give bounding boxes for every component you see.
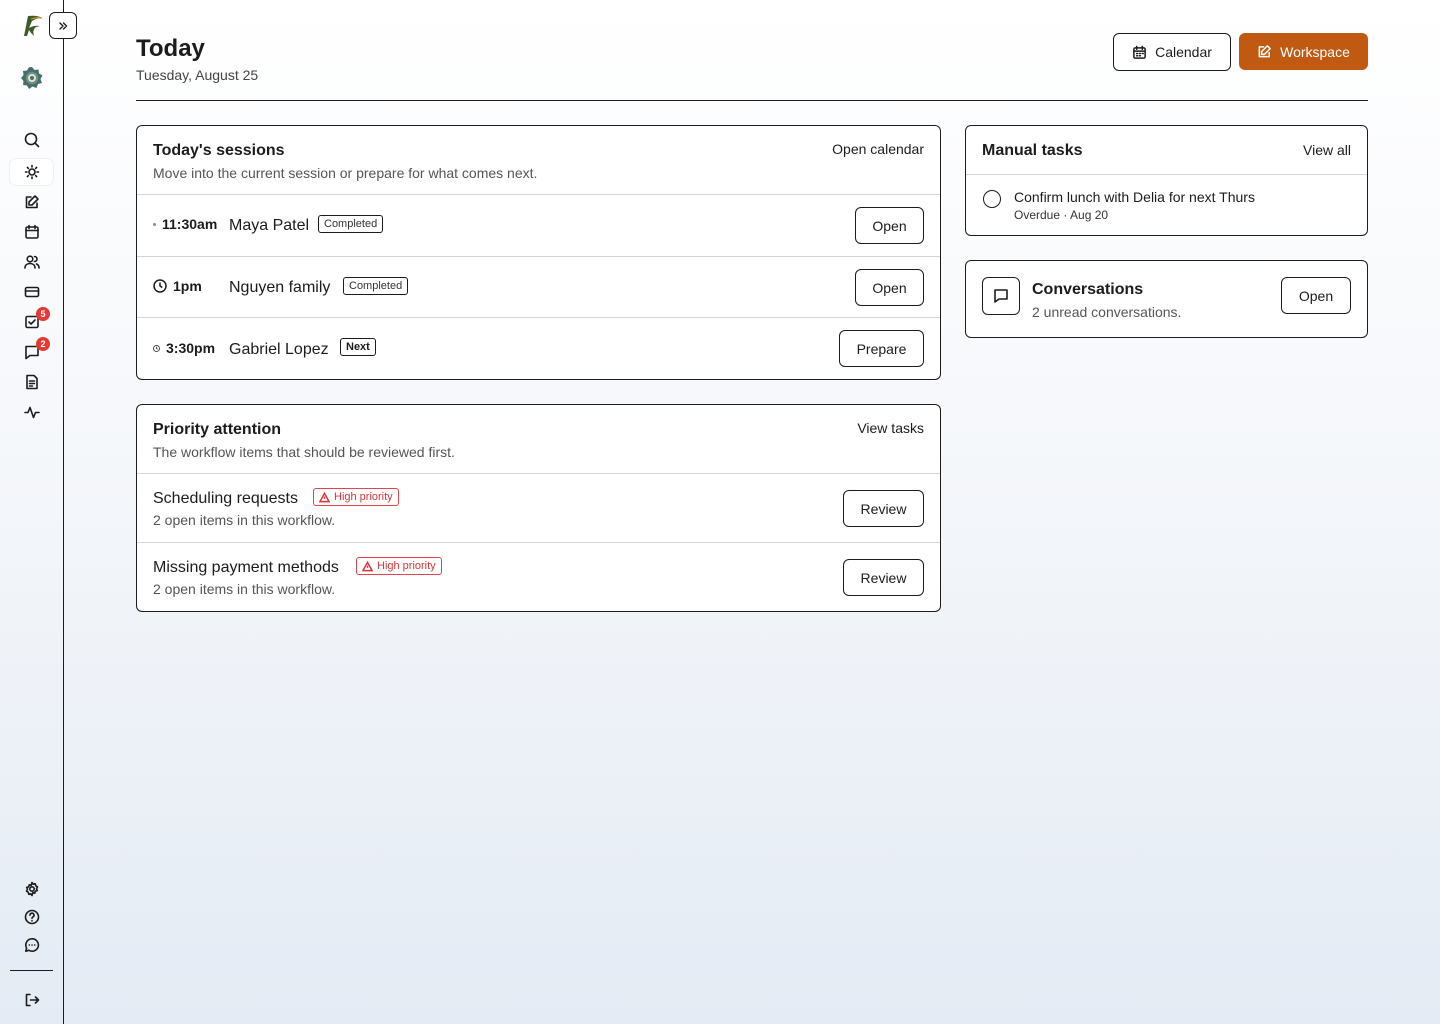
open-conversations-button[interactable]: Open (1281, 277, 1351, 314)
task-title[interactable]: Confirm lunch with Delia for next Thurs (1014, 189, 1255, 205)
row-divider (137, 194, 940, 195)
sun-icon (24, 164, 39, 180)
edit-icon (1258, 45, 1271, 58)
sessions-card: Today's sessions Move into the current s… (136, 125, 941, 380)
view-all-link[interactable]: View all (1303, 142, 1351, 158)
nav-calendar[interactable] (10, 219, 53, 245)
review-button[interactable]: Review (843, 490, 924, 527)
session-time: 11:30am (153, 216, 217, 232)
nav-documents[interactable] (10, 369, 53, 395)
sessions-title: Today's sessions (153, 142, 285, 159)
organization-gear-icon[interactable] (20, 66, 44, 90)
prepare-session-button[interactable]: Prepare (839, 330, 924, 367)
priority-badge: High priority (313, 488, 399, 506)
row-divider (137, 473, 940, 474)
open-session-button[interactable]: Open (855, 269, 924, 306)
document-icon (25, 374, 38, 390)
review-button[interactable]: Review (843, 559, 924, 596)
workspace-button-label: Workspace (1280, 43, 1350, 60)
task-checkbox[interactable] (983, 190, 1001, 208)
help-circle-icon (24, 909, 39, 925)
workflow-description: 2 open items in this workflow. (153, 581, 336, 597)
status-badge: Completed (343, 277, 409, 295)
workspace-button[interactable]: Workspace (1239, 33, 1368, 70)
session-time: 1pm (153, 278, 202, 294)
nav-clients[interactable] (10, 249, 53, 275)
open-session-button[interactable]: Open (855, 207, 924, 244)
nav-search[interactable] (10, 127, 53, 153)
task-due-meta: Overdue · Aug 20 (1014, 208, 1109, 222)
conversations-title: Conversations (1032, 281, 1144, 298)
open-calendar-link[interactable]: Open calendar (832, 141, 924, 157)
workflow-description: 2 open items in this workflow. (153, 512, 336, 528)
logo-icon[interactable] (18, 12, 46, 40)
row-divider (137, 317, 940, 318)
nav-today[interactable] (10, 159, 53, 185)
calendar-icon (24, 224, 39, 239)
message-icon (994, 289, 1008, 303)
session-time: 3:30pm (153, 340, 215, 356)
activity-icon (23, 406, 40, 419)
page-title: Today (136, 35, 205, 62)
status-badge: Completed (318, 215, 384, 233)
sidebar-divider (10, 970, 53, 971)
manual-tasks-title: Manual tasks (982, 142, 1083, 159)
chat-bubble-icon (24, 937, 39, 952)
nav-tasks[interactable]: 5 (10, 307, 53, 335)
nav-logout[interactable] (10, 987, 53, 1013)
messages-count-badge: 2 (36, 337, 50, 351)
row-divider (966, 174, 1367, 175)
priority-card: Priority attention The workflow items th… (136, 404, 941, 612)
warning-icon (319, 491, 330, 502)
nav-settings[interactable] (10, 876, 53, 902)
chevrons-right-icon (59, 21, 68, 30)
session-dot-icon (153, 222, 156, 226)
clock-icon (153, 279, 167, 293)
session-client-name[interactable]: Nguyen family (229, 279, 330, 297)
status-badge: Next (340, 338, 376, 356)
sessions-description: Move into the current session or prepare… (153, 165, 538, 181)
priority-badge: High priority (356, 557, 442, 575)
row-divider (137, 256, 940, 257)
workflow-title: Scheduling requests (153, 490, 298, 507)
priority-description: The workflow items that should be review… (153, 444, 455, 460)
expand-sidebar-button[interactable] (49, 12, 77, 39)
edit-icon (25, 195, 39, 209)
sidebar: 5 2 (0, 0, 77, 1024)
users-icon (23, 255, 40, 269)
nav-help[interactable] (10, 904, 53, 930)
nav-feedback[interactable] (10, 932, 53, 958)
search-icon (24, 132, 39, 148)
clock-icon (153, 344, 160, 352)
nav-messages[interactable]: 2 (10, 337, 53, 365)
session-client-name[interactable]: Gabriel Lopez (229, 341, 329, 359)
workflow-title: Missing payment methods (153, 559, 339, 576)
row-divider (137, 542, 940, 543)
session-client-name[interactable]: Maya Patel (229, 217, 309, 235)
gear-icon (25, 881, 38, 897)
nav-workspace[interactable] (10, 189, 53, 215)
header-divider (136, 100, 1368, 101)
calendar-icon (1133, 45, 1146, 59)
nav-billing[interactable] (10, 279, 53, 305)
priority-title: Priority attention (153, 421, 282, 438)
conversations-description: 2 unread conversations. (1032, 304, 1182, 320)
manual-tasks-card: Manual tasks View all Confirm lunch with… (965, 125, 1368, 236)
nav-activity[interactable] (10, 399, 53, 425)
page-date: Tuesday, August 25 (136, 67, 259, 83)
conversations-icon-box (982, 277, 1020, 315)
logout-icon (25, 993, 39, 1007)
warning-icon (362, 560, 373, 571)
credit-card-icon (24, 286, 39, 298)
view-tasks-link[interactable]: View tasks (857, 420, 924, 436)
calendar-button[interactable]: Calendar (1113, 33, 1231, 71)
calendar-button-label: Calendar (1155, 44, 1212, 60)
conversations-card: Conversations 2 unread conversations. Op… (965, 260, 1368, 338)
tasks-count-badge: 5 (36, 307, 50, 321)
